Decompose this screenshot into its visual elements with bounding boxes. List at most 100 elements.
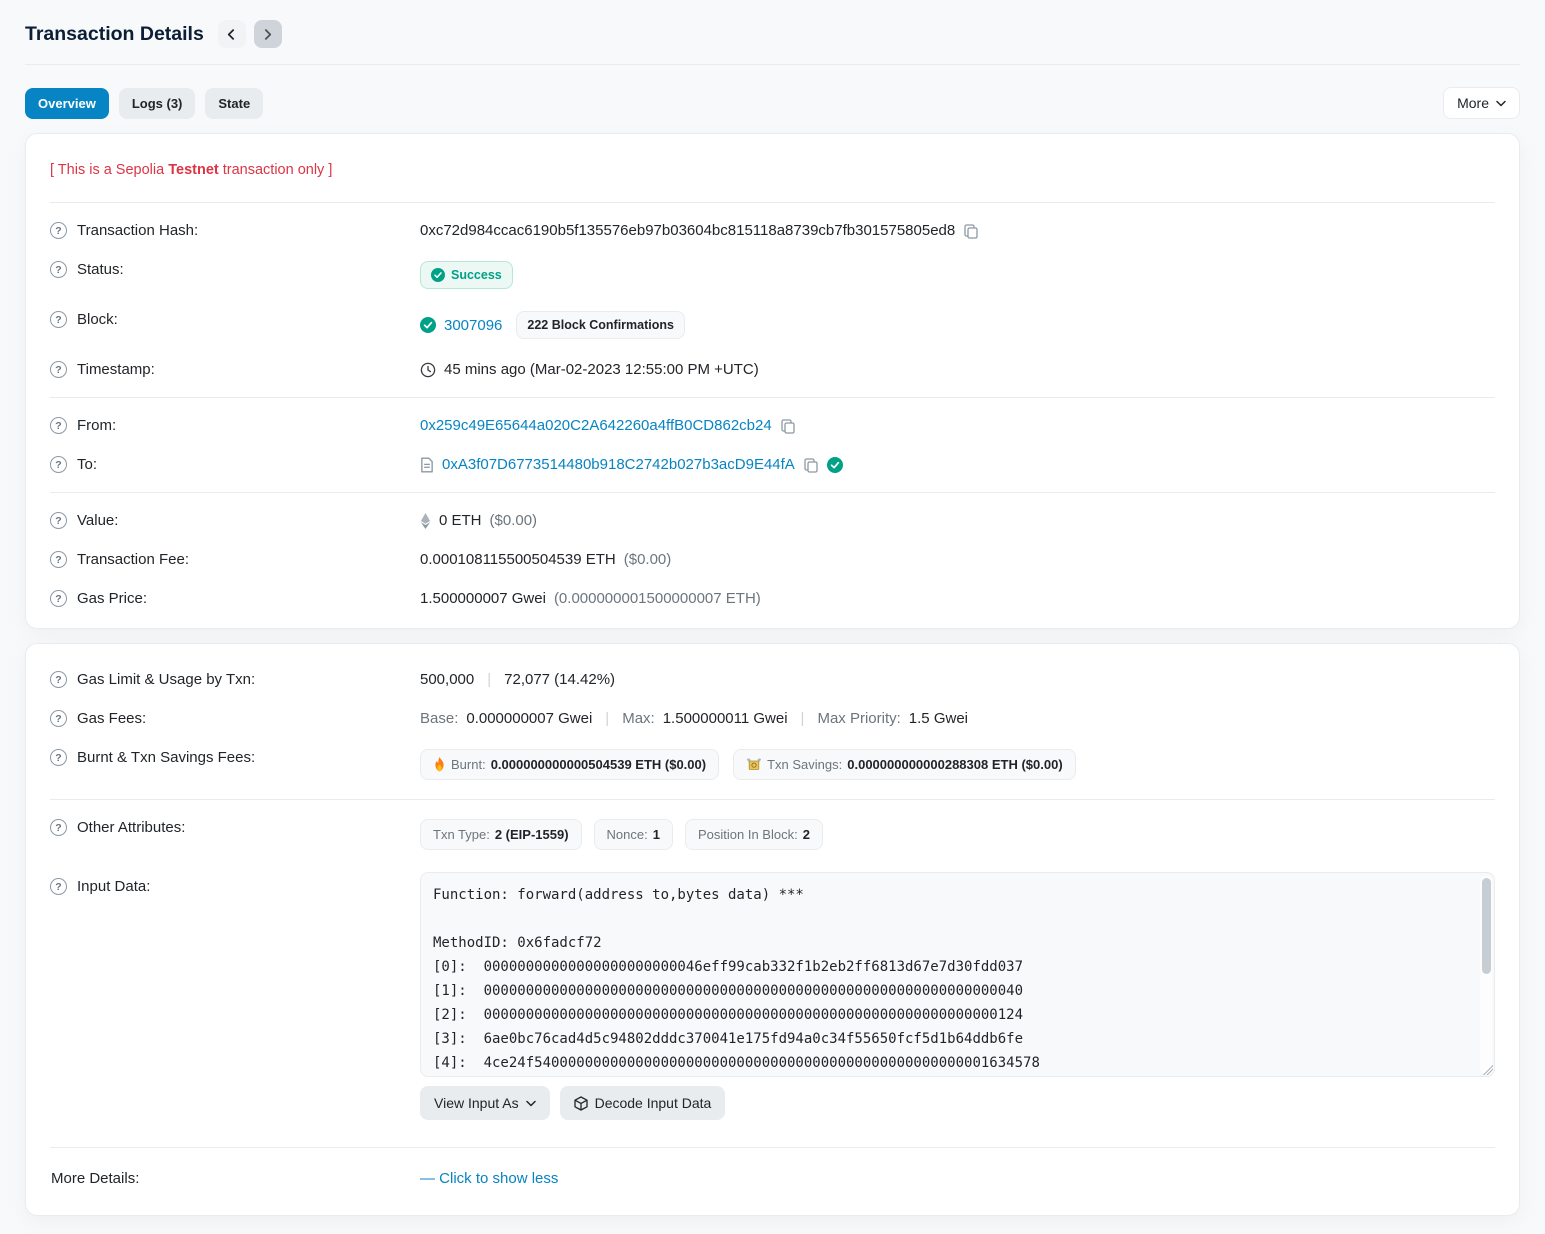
cube-icon (574, 1096, 588, 1111)
help-icon[interactable]: ? (50, 710, 67, 727)
gas-usage-value: 72,077 (14.42%) (504, 671, 615, 688)
view-input-as-button[interactable]: View Input As (420, 1086, 550, 1120)
block-row: ? Block: 3007096 222 Block Confirmations (50, 300, 1495, 350)
gas-fees-row: ? Gas Fees: Base: 0.000000007 Gwei | Max… (50, 699, 1495, 738)
divider (50, 492, 1495, 493)
txn-savings-badge: Txn Savings: 0.000000000000288308 ETH ($… (733, 749, 1076, 780)
timestamp-row: ? Timestamp: 45 mins ago (Mar-02-2023 12… (50, 350, 1495, 389)
input-data-line: [3]: 6ae0bc76cad4d5c94802dddc370041e175f… (433, 1027, 1470, 1051)
from-row: ? From: 0x259c49E65644a020C2A642260a4ffB… (50, 406, 1495, 445)
header-divider (25, 64, 1520, 65)
block-confirmations-badge: 222 Block Confirmations (516, 311, 685, 339)
input-data-line: Function: forward(address to,bytes data)… (433, 883, 1470, 907)
help-icon[interactable]: ? (50, 749, 67, 766)
eth-diamond-icon (420, 513, 431, 529)
from-label: From: (77, 417, 116, 434)
help-icon[interactable]: ? (50, 819, 67, 836)
input-data-line: [2]: 00000000000000000000000000000000000… (433, 1003, 1470, 1027)
contract-document-icon (420, 457, 434, 473)
flame-icon (433, 757, 446, 772)
tab-overview[interactable]: Overview (25, 88, 109, 119)
copy-transaction-hash-button[interactable] (963, 223, 979, 239)
transaction-hash-row: ? Transaction Hash: 0xc72d984ccac6190b5f… (50, 211, 1495, 250)
input-data-textarea[interactable]: Function: forward(address to,bytes data)… (420, 872, 1495, 1077)
copy-from-address-button[interactable] (780, 418, 796, 434)
block-number-link[interactable]: 3007096 (444, 317, 502, 334)
txn-type-value: 2 (EIP-1559) (495, 827, 569, 842)
divider (50, 799, 1495, 800)
burnt-fees-badge: Burnt: 0.000000000000504539 ETH ($0.00) (420, 749, 719, 780)
status-row: ? Status: Success (50, 250, 1495, 300)
help-icon[interactable]: ? (50, 311, 67, 328)
previous-transaction-button[interactable] (218, 20, 246, 48)
divider (50, 202, 1495, 203)
help-icon[interactable]: ? (50, 361, 67, 378)
input-data-label: Input Data: (77, 878, 150, 895)
position-in-block-badge: Position In Block: 2 (685, 819, 823, 850)
divider (50, 1147, 1495, 1148)
txn-savings-value: 0.000000000000288308 ETH ($0.00) (847, 757, 1062, 772)
value-amount: 0 ETH (439, 512, 482, 529)
help-icon[interactable]: ? (50, 878, 67, 895)
txn-nav-buttons (218, 20, 282, 48)
scrollbar-thumb[interactable] (1482, 878, 1491, 974)
value-usd: ($0.00) (490, 512, 538, 529)
burnt-savings-row: ? Burnt & Txn Savings Fees: Burnt: 0.000… (50, 738, 1495, 791)
transaction-fee-label: Transaction Fee: (77, 551, 189, 568)
page-title: Transaction Details (25, 23, 204, 46)
copy-icon (780, 418, 796, 434)
chevron-down-icon (526, 1100, 536, 1107)
position-in-block-value: 2 (803, 827, 810, 842)
page-header: Transaction Details (25, 0, 1520, 48)
tab-logs[interactable]: Logs (3) (119, 88, 196, 119)
timestamp-value: 45 mins ago (Mar-02-2023 12:55:00 PM +UT… (444, 361, 759, 378)
input-data-line (433, 907, 1470, 931)
max-priority-fee-value: 1.5 Gwei (909, 710, 968, 727)
txn-type-badge: Txn Type: 2 (EIP-1559) (420, 819, 582, 850)
gas-limit-label: Gas Limit & Usage by Txn: (77, 671, 255, 688)
more-details-label: More Details: (51, 1170, 139, 1187)
status-badge: Success (420, 261, 513, 289)
status-label: Status: (77, 261, 124, 278)
burnt-value: 0.000000000000504539 ETH ($0.00) (491, 757, 706, 772)
status-badge-label: Success (451, 268, 502, 282)
position-in-block-label: Position In Block: (698, 827, 798, 842)
chevron-left-icon (226, 29, 237, 40)
divider (50, 397, 1495, 398)
timestamp-label: Timestamp: (77, 361, 155, 378)
chevron-down-icon (1496, 100, 1506, 107)
testnet-warning-emphasis: Testnet (168, 162, 219, 178)
help-icon[interactable]: ? (50, 590, 67, 607)
gas-fees-label: Gas Fees: (77, 710, 146, 727)
help-icon[interactable]: ? (50, 671, 67, 688)
value-label: Value: (77, 512, 118, 529)
base-fee-value: 0.000000007 Gwei (466, 710, 592, 727)
copy-to-address-button[interactable] (803, 457, 819, 473)
decode-input-data-button[interactable]: Decode Input Data (560, 1086, 726, 1120)
check-circle-icon (431, 268, 445, 282)
from-address-link[interactable]: 0x259c49E65644a020C2A642260a4ffB0CD862cb… (420, 417, 772, 434)
separator: | (600, 710, 614, 727)
help-icon[interactable]: ? (50, 417, 67, 434)
input-data-scrollbar[interactable] (1480, 875, 1492, 1074)
click-to-show-less-link[interactable]: — Click to show less (420, 1170, 558, 1187)
input-data-row: ? Input Data: Function: forward(address … (50, 861, 1495, 1131)
gas-price-eth-equivalent: (0.000000001500000007 ETH) (554, 590, 761, 607)
more-details-row: More Details: — Click to show less (50, 1156, 1495, 1205)
to-address-link[interactable]: 0xA3f07D6773514480b918C2742b027b3acD9E44… (442, 456, 795, 473)
next-transaction-button[interactable] (254, 20, 282, 48)
help-icon[interactable]: ? (50, 551, 67, 568)
decode-input-data-label: Decode Input Data (595, 1095, 712, 1111)
testnet-warning-prefix: [ This is a Sepolia (50, 162, 168, 178)
help-icon[interactable]: ? (50, 222, 67, 239)
help-icon[interactable]: ? (50, 456, 67, 473)
tab-state[interactable]: State (205, 88, 263, 119)
block-label: Block: (77, 311, 118, 328)
textarea-resize-handle[interactable] (1481, 1063, 1493, 1075)
input-data-line: [5]: 54b20000000000000000000000000000017… (433, 1075, 1470, 1077)
help-icon[interactable]: ? (50, 261, 67, 278)
more-button[interactable]: More (1443, 87, 1520, 119)
separator: | (796, 710, 810, 727)
gas-limit-value: 500,000 (420, 671, 474, 688)
help-icon[interactable]: ? (50, 512, 67, 529)
